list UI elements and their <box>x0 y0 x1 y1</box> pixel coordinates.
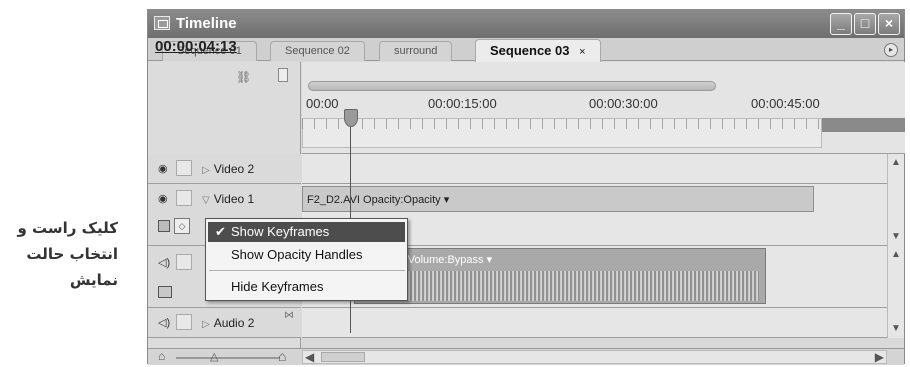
scroll-down-icon[interactable]: ▼ <box>889 230 903 244</box>
eye-icon[interactable]: ◉ <box>158 162 168 175</box>
horizontal-scrollbar[interactable]: ◀ ▶ <box>302 350 887 364</box>
track-label: Video 1 <box>213 192 255 206</box>
menu-item-hide-keyframes[interactable]: Hide Keyframes <box>208 277 405 297</box>
track-label: Audio 2 <box>213 316 255 330</box>
track-name: ▷ Video 2 <box>202 162 254 176</box>
zoom-out-icon[interactable]: ⌂ <box>158 349 165 363</box>
lock-toggle[interactable] <box>176 160 192 176</box>
menu-item-show-keyframes[interactable]: ✔ Show Keyframes <box>208 222 405 242</box>
window-title: Timeline <box>176 15 237 32</box>
scroll-left-icon[interactable]: ◀ <box>305 350 314 364</box>
expand-arrow-icon[interactable]: ▽ <box>202 195 210 206</box>
ruler-label: 00:00:30:00 <box>589 96 658 111</box>
sync-lock-icon[interactable]: ⋈ <box>284 310 294 321</box>
sequence-tab-bar: Sequence 01 Sequence 02 surround Sequenc… <box>148 38 904 62</box>
menu-item-label: Show Keyframes <box>231 224 330 239</box>
playhead-icon[interactable] <box>344 109 358 127</box>
viewing-area-bar[interactable] <box>308 81 716 91</box>
tab-sequence-03[interactable]: Sequence 03 × <box>475 39 601 62</box>
menu-item-label: Show Opacity Handles <box>231 247 363 262</box>
track-content-video-2[interactable] <box>302 154 887 184</box>
speaker-icon[interactable]: ◁) <box>158 256 170 269</box>
show-keyframes-icon[interactable]: ◇ <box>174 218 190 234</box>
clip-label[interactable]: F2_D2.AVI Opacity:Opacity ▾ <box>307 193 449 206</box>
audio-waveform <box>361 271 759 301</box>
title-bar[interactable]: Timeline _ □ × <box>148 10 904 38</box>
tab-label: surround <box>394 45 438 57</box>
tab-close-icon[interactable]: × <box>579 46 585 58</box>
audio-clip[interactable]: r Volume:Bypass ▾ <box>354 248 766 304</box>
expand-arrow-icon[interactable]: ▷ <box>202 319 210 330</box>
menu-separator <box>209 270 405 271</box>
scroll-right-icon[interactable]: ▶ <box>875 350 884 364</box>
ruler-label: 00:00 <box>306 96 339 111</box>
snap-icon[interactable]: ⛓ <box>236 70 251 84</box>
bottom-bar: ⌂ △ ⌂ ◀ ▶ <box>148 348 904 365</box>
track-name: ▽ Video 1 <box>202 192 254 206</box>
set-display-style-icon[interactable] <box>158 220 170 232</box>
annotation-line-3: نمایش <box>69 271 118 289</box>
current-timecode[interactable]: 00:00:04:13 <box>155 38 237 55</box>
ruler-label: 00:00:45:00 <box>751 96 820 111</box>
lock-toggle[interactable] <box>176 254 192 270</box>
ruler-label: 00:00:15:00 <box>428 96 497 111</box>
audio-tracks-scrollbar[interactable]: ▲ ▼ <box>887 246 904 338</box>
scroll-thumb[interactable] <box>321 352 365 362</box>
scroll-up-icon[interactable]: ▲ <box>889 248 903 262</box>
speaker-icon[interactable]: ◁) <box>158 316 170 329</box>
zoom-in-icon[interactable]: ⌂ <box>278 348 286 364</box>
minimize-button[interactable]: _ <box>830 13 852 35</box>
menu-item-label: Hide Keyframes <box>231 279 324 294</box>
lock-toggle[interactable] <box>176 314 192 330</box>
video-tracks-scrollbar[interactable]: ▲ ▼ <box>887 154 904 246</box>
zoom-thumb-icon[interactable]: △ <box>210 350 218 363</box>
maximize-button[interactable]: □ <box>854 13 876 35</box>
track-header-video-2[interactable]: ◉ ▷ Video 2 <box>148 154 301 184</box>
eye-icon[interactable]: ◉ <box>158 192 168 205</box>
annotation-line-2: انتخاب حالت <box>26 245 118 263</box>
scroll-down-icon[interactable]: ▼ <box>889 322 903 336</box>
track-label: Video 2 <box>213 162 255 176</box>
track-name: ▷ Audio 2 <box>202 316 254 330</box>
tab-label: Sequence 03 <box>490 43 570 58</box>
context-menu: ✔ Show Keyframes Show Opacity Handles Hi… <box>205 218 408 301</box>
ruler-ticks <box>302 119 905 129</box>
waveform-display-icon[interactable] <box>158 286 172 298</box>
tab-surround[interactable]: surround <box>379 41 453 61</box>
timeline-window: Timeline _ □ × Sequence 01 Sequence 02 s… <box>147 9 905 365</box>
tab-label: Sequence 02 <box>285 45 350 57</box>
scroll-up-icon[interactable]: ▲ <box>889 156 903 170</box>
check-icon: ✔ <box>215 224 226 239</box>
annotation-text: کلیک راست و انتخاب حالت نمایش <box>0 215 118 293</box>
panel-menu-icon[interactable]: ▸ <box>884 43 898 57</box>
clip-label[interactable]: r Volume:Bypass ▾ <box>401 253 492 266</box>
time-ruler[interactable]: 00:00 00:00:15:00 00:00:30:00 00:00:45:0… <box>302 62 905 154</box>
ruler-end-region <box>822 118 905 132</box>
close-button[interactable]: × <box>878 13 900 35</box>
zoom-slider[interactable] <box>176 357 280 359</box>
menu-item-show-opacity-handles[interactable]: Show Opacity Handles <box>208 245 405 265</box>
track-header-audio-2[interactable]: ◁) ▷ Audio 2 ⋈ <box>148 308 301 338</box>
tab-sequence-02[interactable]: Sequence 02 <box>270 41 365 61</box>
set-marker-icon[interactable] <box>278 68 288 82</box>
timeline-icon <box>154 16 170 30</box>
lock-toggle[interactable] <box>176 190 192 206</box>
track-content-audio-2[interactable] <box>302 308 887 338</box>
annotation-line-1: کلیک راست و <box>17 219 118 237</box>
expand-arrow-icon[interactable]: ▷ <box>202 165 210 176</box>
video-clip[interactable]: F2_D2.AVI Opacity:Opacity ▾ <box>302 186 814 212</box>
